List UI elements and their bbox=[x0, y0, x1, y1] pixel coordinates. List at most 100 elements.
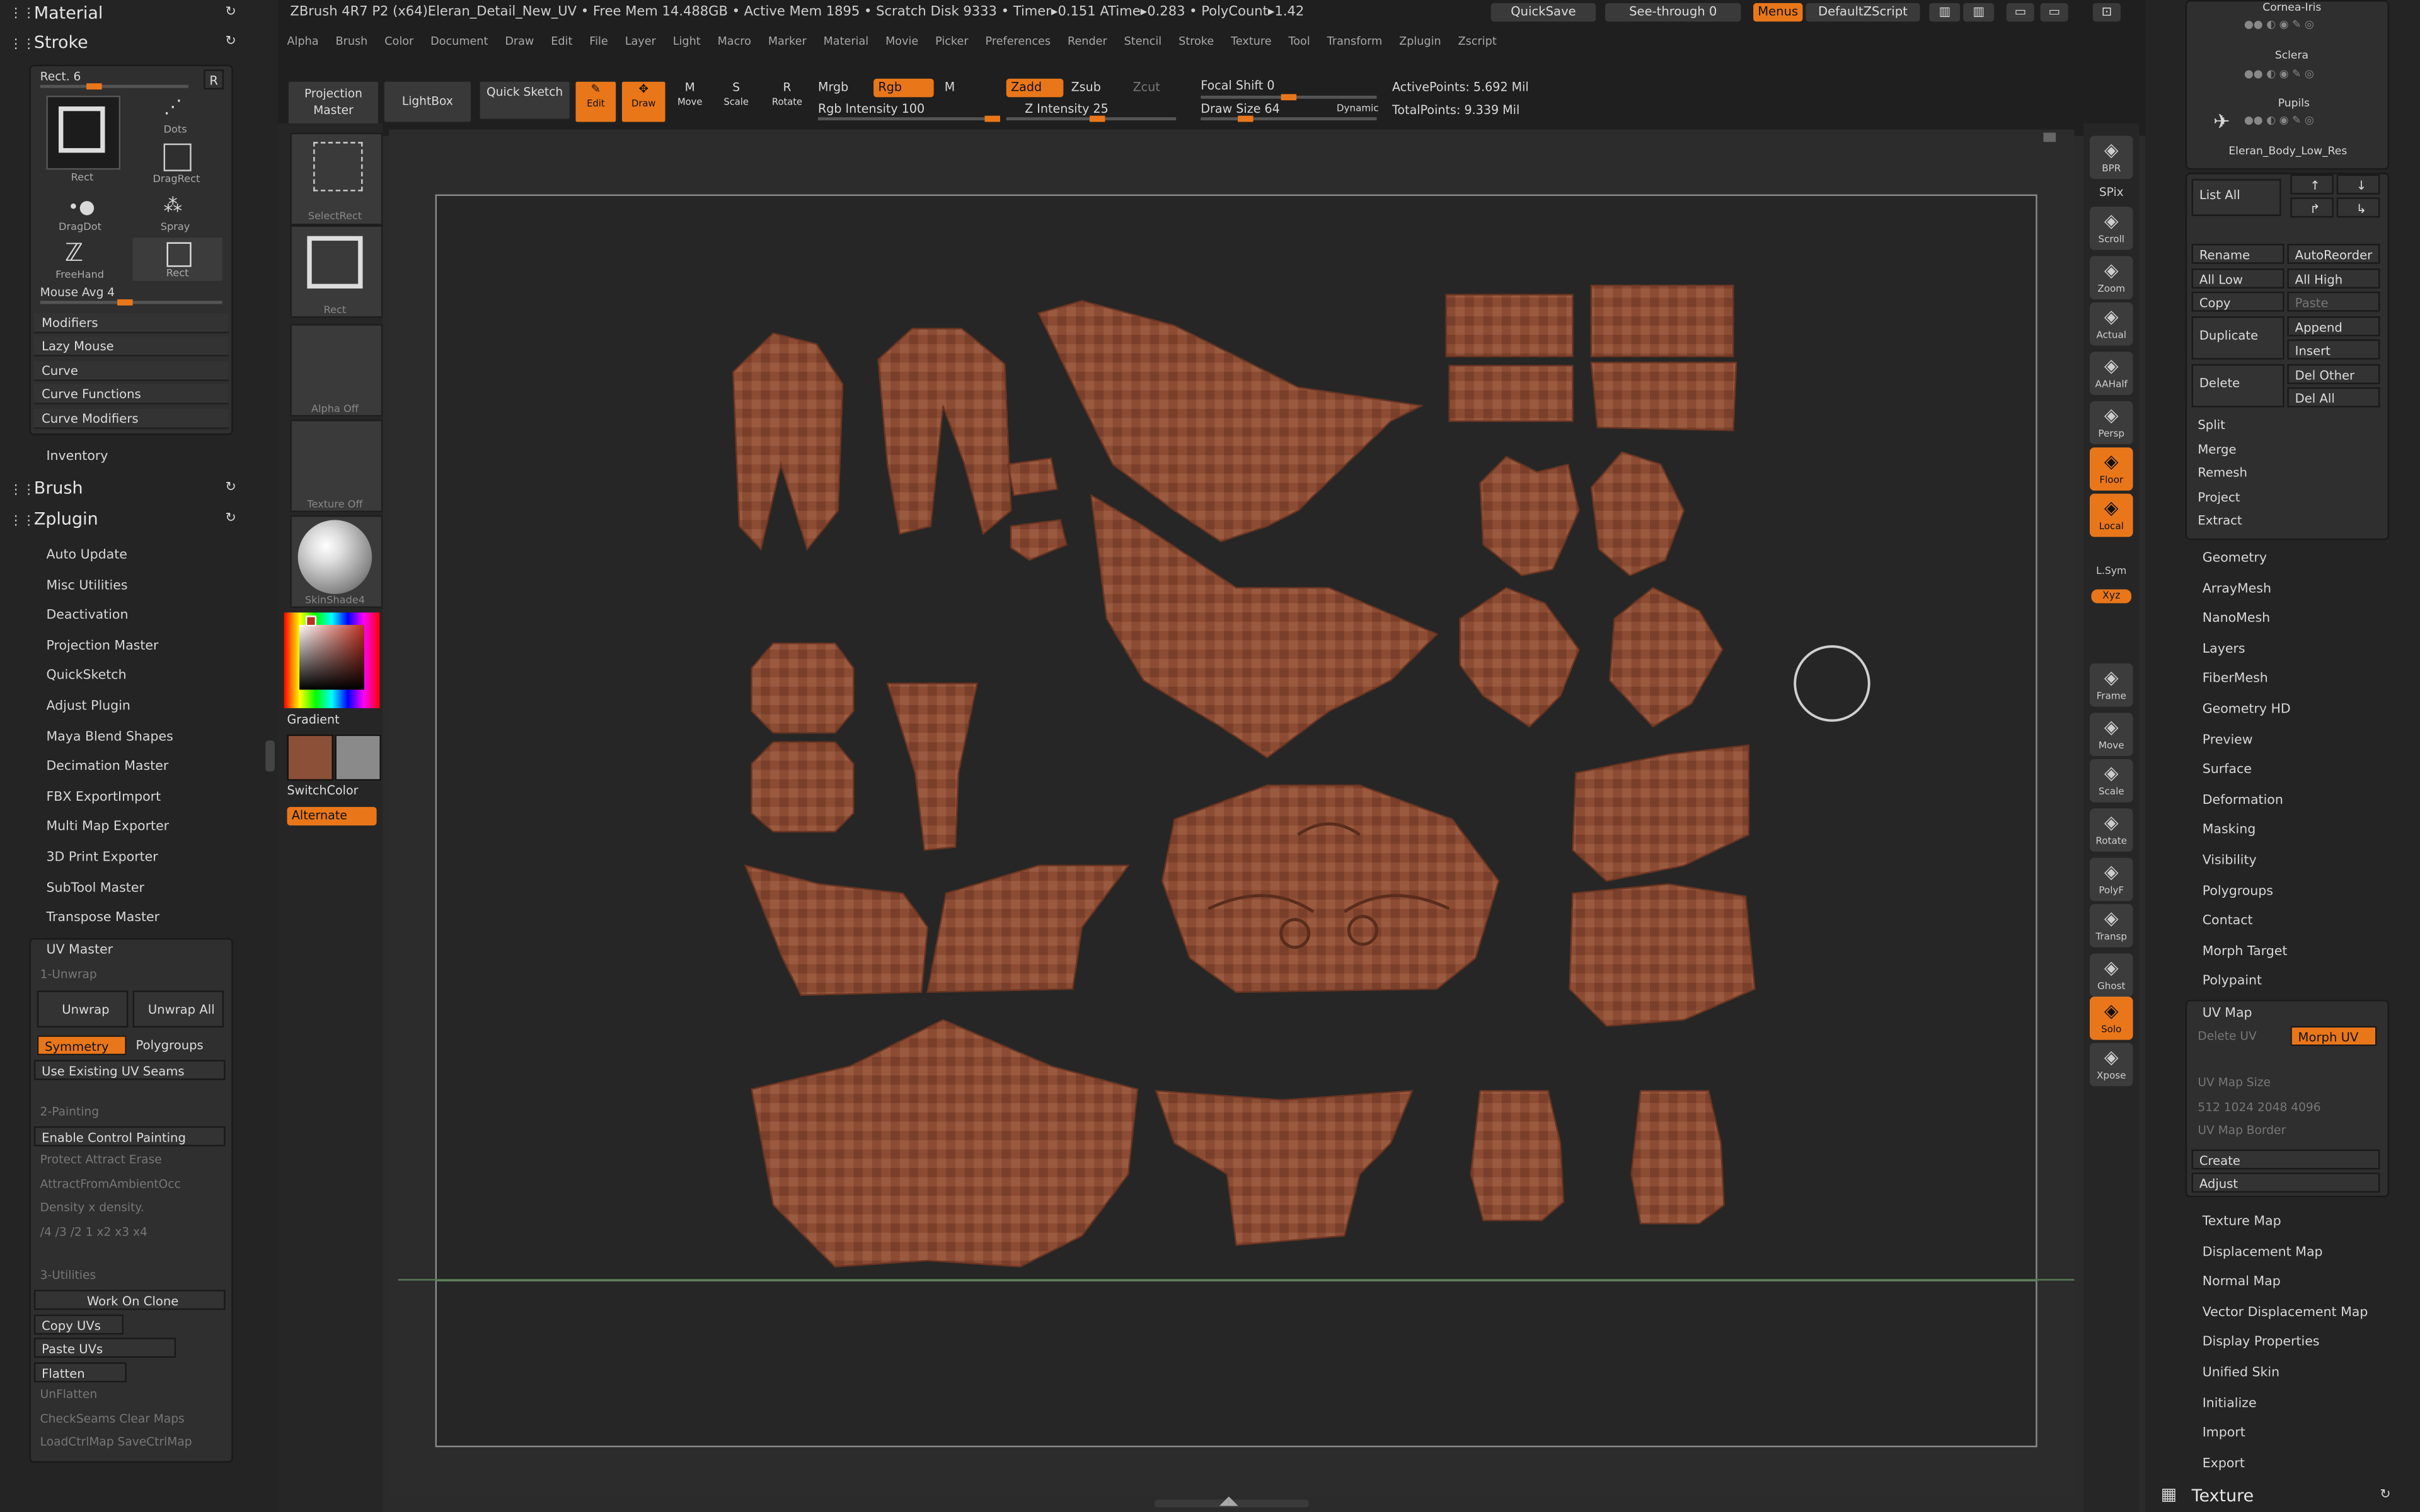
menu-brush[interactable]: Brush bbox=[336, 34, 368, 48]
default-zscript-button[interactable]: DefaultZScript bbox=[1806, 3, 1920, 22]
quick-sketch-button[interactable]: Quick Sketch bbox=[478, 80, 572, 121]
dots-stroke-icon[interactable]: ⋰ bbox=[164, 96, 182, 117]
zsub-button[interactable]: Zsub bbox=[1071, 80, 1101, 94]
zplugin-menu[interactable]: Zplugin bbox=[34, 509, 98, 529]
rgb-intensity-slider[interactable]: Rgb Intensity 100 bbox=[818, 102, 925, 116]
plugin-8[interactable]: FBX ExportImport bbox=[46, 788, 161, 803]
inventory-menu[interactable]: Inventory bbox=[46, 447, 108, 462]
menu-file[interactable]: File bbox=[589, 34, 608, 48]
shelf-polyf-button[interactable]: ◈ PolyF bbox=[2089, 857, 2133, 902]
menu-marker[interactable]: Marker bbox=[768, 34, 807, 48]
shelf-persp-button[interactable]: ◈ Persp bbox=[2089, 401, 2133, 445]
quicksave-button[interactable]: QuickSave bbox=[1490, 3, 1596, 22]
subtool-del-all-button[interactable]: Del All bbox=[2287, 387, 2380, 408]
dragdot-stroke-icon[interactable]: •● bbox=[68, 196, 95, 217]
m-button[interactable]: M bbox=[945, 80, 955, 94]
copy-uvs-button[interactable]: Copy UVs bbox=[33, 1314, 124, 1335]
work-on-clone-button[interactable]: Work On Clone bbox=[33, 1290, 226, 1310]
menu-layer[interactable]: Layer bbox=[625, 34, 656, 48]
stroke-type-slider[interactable]: Rect. 6 bbox=[40, 69, 81, 83]
material-menu[interactable]: Material bbox=[34, 3, 103, 23]
menu-zplugin[interactable]: Zplugin bbox=[1399, 34, 1441, 48]
texture-refresh-icon[interactable]: ↻ bbox=[2380, 1486, 2390, 1501]
unwrap-button[interactable]: Unwrap bbox=[37, 990, 129, 1028]
delete-uv-button[interactable]: Delete UV bbox=[2198, 1029, 2256, 1043]
subtool-icons-row1[interactable]: ●● ◐ ◉ ✎ ◎ bbox=[2244, 18, 2314, 31]
brush-menu[interactable]: Brush bbox=[34, 478, 83, 498]
use-existing-uv-seams-toggle[interactable]: Use Existing UV Seams bbox=[33, 1060, 226, 1080]
plugin-3[interactable]: Projection Master bbox=[46, 637, 158, 652]
stroke-type-track[interactable] bbox=[40, 83, 188, 90]
focal-shift-track[interactable] bbox=[1201, 94, 1377, 101]
paste-uvs-button[interactable]: Paste UVs bbox=[33, 1337, 176, 1358]
see-through-slider[interactable]: See-through 0 bbox=[1605, 3, 1741, 22]
shelf-bpr-button[interactable]: ◈ BPR bbox=[2089, 135, 2133, 180]
section-normal-map[interactable]: Normal Map bbox=[2203, 1273, 2281, 1288]
shelf-scale-button[interactable]: ◈ Scale bbox=[2089, 759, 2133, 803]
subtool-all-high-button[interactable]: All High bbox=[2287, 267, 2380, 288]
morph-uv-button[interactable]: Morph UV bbox=[2290, 1026, 2377, 1046]
curve-functions-section[interactable]: Curve Functions bbox=[33, 384, 229, 404]
subtool-extract-button[interactable]: Extract bbox=[2192, 511, 2380, 531]
shelf-move-button[interactable]: ◈ Move bbox=[2089, 713, 2133, 757]
plugin-5[interactable]: Adjust Plugin bbox=[46, 697, 130, 713]
draw-size-track[interactable] bbox=[1201, 115, 1377, 122]
shelf-solo-button[interactable]: ◈ Solo bbox=[2089, 997, 2133, 1040]
subtool-icons-row3[interactable]: ●● ◐ ◉ ✎ ◎ bbox=[2244, 114, 2314, 127]
section-texture-map[interactable]: Texture Map bbox=[2203, 1213, 2281, 1228]
lock-icon[interactable]: ⊡ bbox=[2092, 3, 2121, 22]
menu-color[interactable]: Color bbox=[384, 34, 413, 48]
texture-menu[interactable]: Texture bbox=[2192, 1486, 2254, 1506]
switch-color-button[interactable]: SwitchColor bbox=[287, 784, 359, 798]
menu-stencil[interactable]: Stencil bbox=[1124, 34, 1162, 48]
projection-master-button[interactable]: Projection Master bbox=[287, 80, 380, 127]
move-up-arrow-icon[interactable]: ↑ bbox=[2290, 174, 2334, 195]
menu-edit[interactable]: Edit bbox=[551, 34, 572, 48]
move-top-arrow-icon[interactable]: ↱ bbox=[2290, 197, 2334, 218]
canvas-corner-handle[interactable] bbox=[2043, 132, 2056, 142]
section-fibermesh[interactable]: FiberMesh bbox=[2203, 670, 2268, 685]
polygroups-toggle[interactable]: Polygroups bbox=[130, 1035, 222, 1055]
lsym-toggle[interactable]: L.Sym bbox=[2083, 564, 2139, 577]
alternate-button[interactable]: Alternate bbox=[287, 806, 377, 826]
shelf-frame-button[interactable]: ◈ Frame bbox=[2089, 663, 2133, 707]
subtool-body-thumb-icon[interactable]: ✈ bbox=[2213, 111, 2230, 134]
subtool-insert-button[interactable]: Insert bbox=[2287, 339, 2380, 360]
flatten-button[interactable]: Flatten bbox=[33, 1362, 127, 1383]
shelf-aahalf-button[interactable]: ◈ AAHalf bbox=[2089, 352, 2133, 395]
plugin-11[interactable]: SubTool Master bbox=[46, 879, 144, 894]
section-layers[interactable]: Layers bbox=[2203, 640, 2245, 655]
menu-stroke[interactable]: Stroke bbox=[1178, 34, 1214, 48]
section-arraymesh[interactable]: ArrayMesh bbox=[2203, 580, 2271, 595]
subtool-delete-button[interactable]: Delete bbox=[2191, 363, 2285, 407]
section-geometry-hd[interactable]: Geometry HD bbox=[2203, 701, 2291, 716]
shelf-scroll-button[interactable]: ◈ Scroll bbox=[2089, 207, 2133, 250]
edit-button[interactable]: ✎ Edit bbox=[574, 80, 618, 123]
plugin-4[interactable]: QuickSketch bbox=[46, 667, 126, 682]
spix-slider[interactable]: SPix bbox=[2083, 185, 2139, 199]
shelf-local-button[interactable]: ◈ Local bbox=[2089, 493, 2133, 537]
curve-modifiers-section[interactable]: Curve Modifiers bbox=[33, 408, 229, 429]
modifiers-section[interactable]: Modifiers bbox=[33, 313, 229, 333]
menu-preferences[interactable]: Preferences bbox=[986, 34, 1051, 48]
menus-button[interactable]: Menus bbox=[1753, 3, 1803, 22]
layout-icon[interactable]: ▥ bbox=[1929, 3, 1961, 22]
section-display-properties[interactable]: Display Properties bbox=[2203, 1334, 2320, 1349]
left-tray-handle[interactable] bbox=[265, 740, 275, 772]
rotate-button[interactable]: R Rotate bbox=[766, 80, 809, 120]
create-button[interactable]: Create bbox=[2191, 1149, 2380, 1170]
draw-size-slider[interactable]: Draw Size 64 bbox=[1201, 102, 1280, 116]
z-intensity-track[interactable] bbox=[1006, 115, 1177, 122]
zcut-button[interactable]: Zcut bbox=[1133, 80, 1160, 94]
draw-button[interactable]: ✥ Draw bbox=[620, 80, 667, 123]
plugin-6[interactable]: Maya Blend Shapes bbox=[46, 728, 173, 743]
menu-texture[interactable]: Texture bbox=[1231, 34, 1271, 48]
secondary-color-swatch[interactable] bbox=[335, 734, 381, 781]
plugin-2[interactable]: Deactivation bbox=[46, 607, 128, 622]
brush-refresh-icon[interactable]: ↻ bbox=[226, 478, 236, 493]
document-canvas[interactable] bbox=[435, 194, 2037, 1448]
subtool-append-button[interactable]: Append bbox=[2287, 315, 2380, 336]
subtool-remesh-button[interactable]: Remesh bbox=[2192, 463, 2380, 483]
rgb-button[interactable]: Rgb bbox=[873, 78, 934, 98]
spray-stroke-icon[interactable]: ⁂ bbox=[164, 195, 182, 216]
